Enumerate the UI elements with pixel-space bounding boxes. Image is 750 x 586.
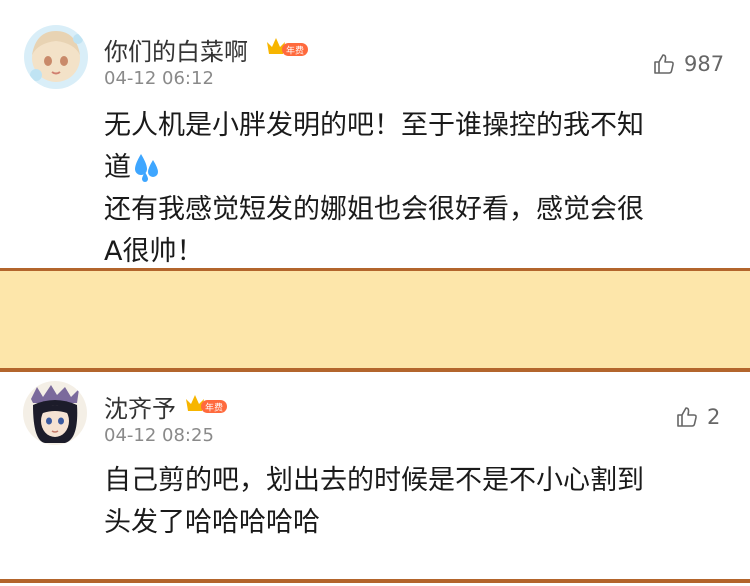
crown-icon	[186, 395, 204, 411]
annual-vip-badge: 年费	[184, 391, 228, 415]
thumbs-up-icon	[677, 407, 697, 427]
comment-time: 04-12 06:12	[104, 68, 214, 89]
avatar[interactable]	[24, 25, 88, 89]
highlight-band	[0, 271, 750, 368]
bottom-divider	[0, 579, 750, 583]
comment-text: 自己剪的吧，划出去的时候是不是不小心割到 头发了哈哈哈哈哈	[104, 465, 644, 538]
username[interactable]: 你们的白菜啊	[104, 32, 248, 67]
username[interactable]: 沈齐予	[104, 389, 176, 424]
like-button[interactable]: 987	[652, 52, 724, 76]
thumbs-up-icon	[654, 54, 674, 74]
like-button[interactable]: 2	[675, 405, 720, 429]
badge-label: 年费	[286, 45, 304, 57]
badge-label: 年费	[205, 402, 223, 414]
crown-icon	[267, 38, 285, 54]
comment-text: 无人机是小胖发明的吧！至于谁操控的我不知 道 还有我感觉短发的娜姐也会很好看，感…	[104, 110, 644, 267]
comment-time: 04-12 08:25	[104, 425, 214, 446]
avatar[interactable]	[23, 381, 87, 445]
sweat-droplets-icon	[135, 154, 158, 182]
like-count: 987	[684, 52, 725, 76]
like-count: 2	[707, 405, 721, 429]
annual-vip-badge: 年费	[265, 34, 309, 58]
